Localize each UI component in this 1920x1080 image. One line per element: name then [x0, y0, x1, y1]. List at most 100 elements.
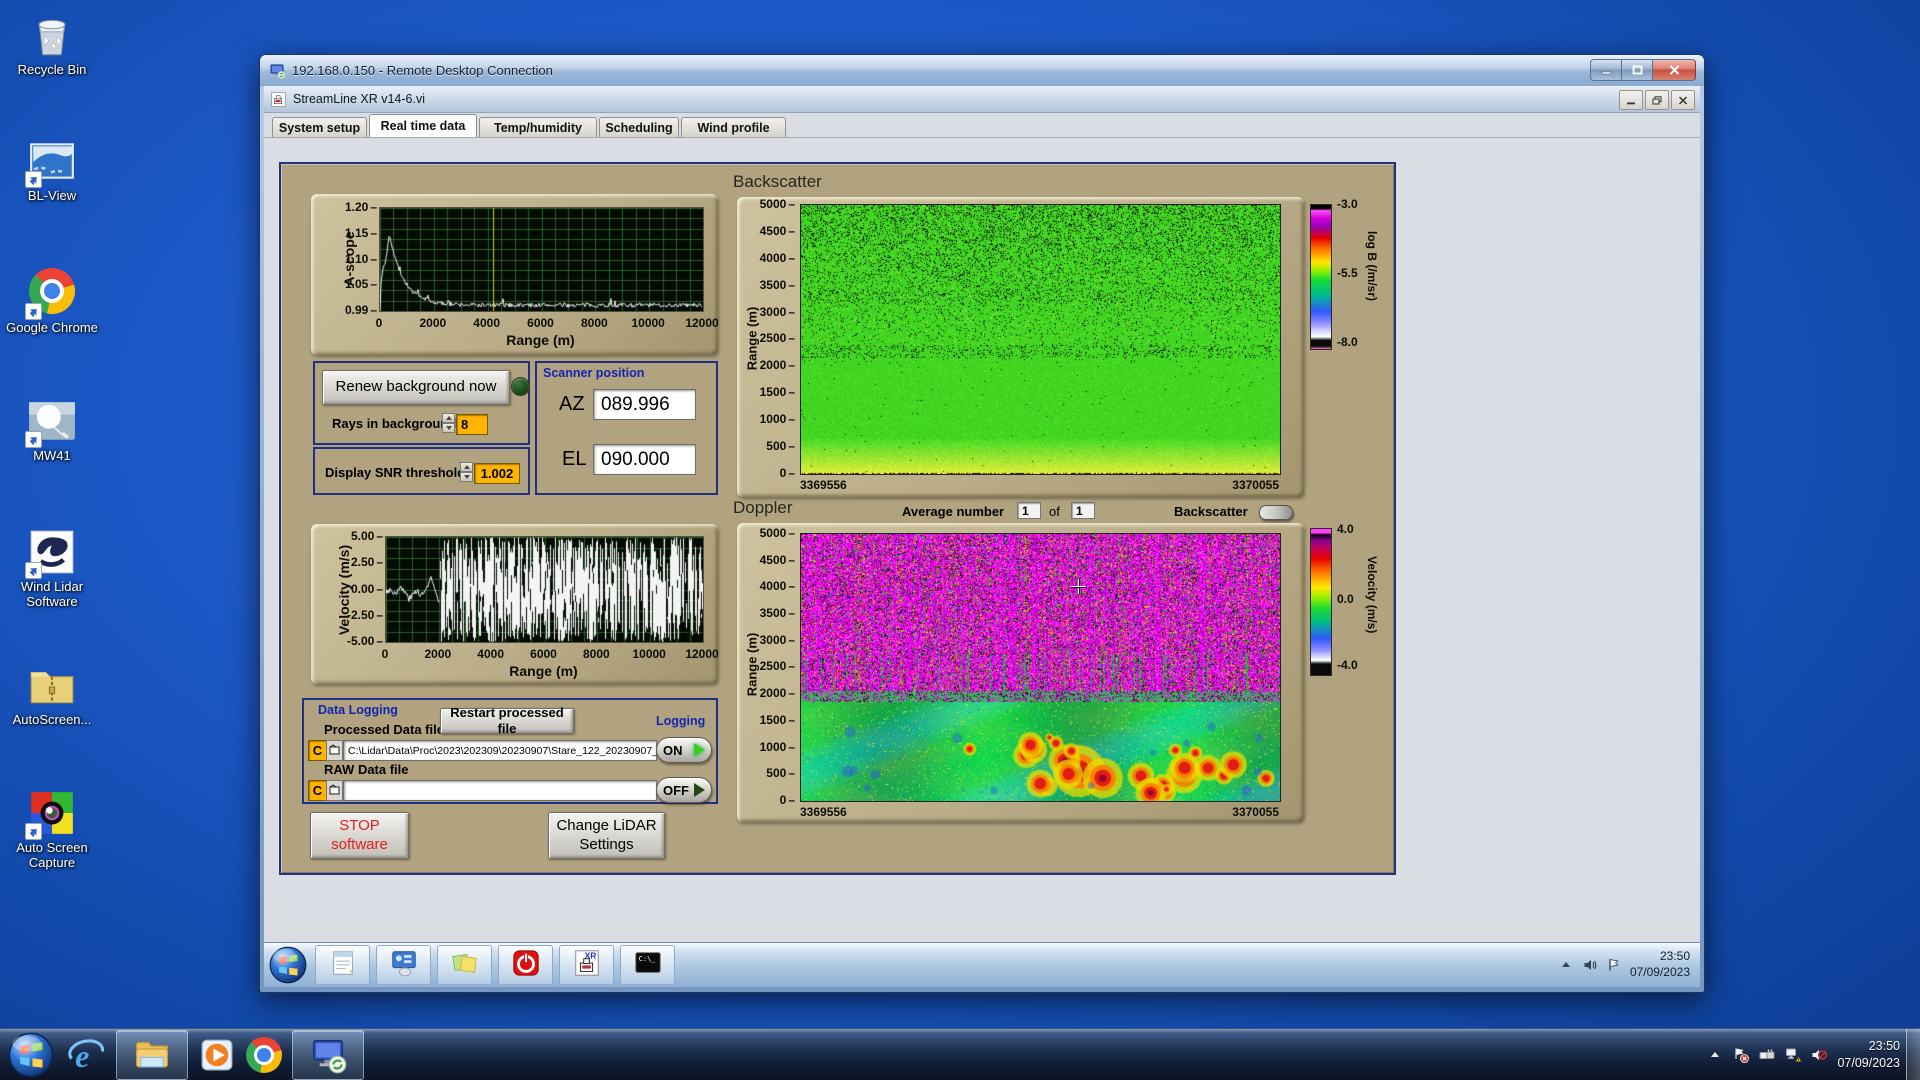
streamline-titlebar[interactable]: StreamLine XR v14-6.vi — [264, 86, 1700, 113]
inner-restore-button[interactable] — [1645, 90, 1669, 110]
average-total-field[interactable]: 1 — [1071, 502, 1095, 519]
remote-action-center-flag-icon[interactable] — [1606, 957, 1622, 973]
y-tick-label: 5000 — [760, 197, 795, 211]
close-button[interactable] — [1652, 59, 1696, 81]
y-tick-label: 1.05 — [345, 277, 377, 291]
el-value-field[interactable]: 090.000 — [593, 444, 696, 475]
bl-view-icon — [25, 136, 77, 188]
x-tick-label: 2000 — [424, 647, 452, 661]
ascope-graph: A-scope 1.201.151.101.050.99 02000400060… — [311, 194, 719, 355]
x-tick-label: 12000 — [685, 647, 719, 661]
rays-stepper[interactable] — [442, 413, 455, 433]
desktop-icon-google-chrome[interactable]: Google Chrome — [6, 266, 98, 336]
stop-software-button[interactable]: STOP software — [310, 812, 409, 859]
y-tick-label: 1500 — [760, 713, 795, 727]
maximize-button[interactable] — [1621, 59, 1652, 81]
labview-xr-button[interactable]: XR — [559, 945, 614, 985]
desktop-icon-auto-screen-capture[interactable]: Auto Screen Capture — [6, 788, 98, 871]
desktop-icon-recycle-bin[interactable]: Recycle Bin — [6, 10, 98, 78]
y-tick-label: 2.50 — [351, 555, 383, 569]
processed-logging-toggle-label: ON — [663, 742, 683, 758]
inner-minimize-button[interactable] — [1619, 90, 1643, 110]
remote-desktop-taskbar-button[interactable] — [292, 1029, 364, 1080]
host-taskbar: e 23:50 07/09/2023 — [0, 1028, 1920, 1080]
backscatter-x-end: 3370055 — [1232, 478, 1279, 492]
volume-muted-icon[interactable] — [1811, 1047, 1828, 1063]
inner-close-button[interactable] — [1671, 90, 1695, 110]
y-tick-label: 0.00 — [351, 582, 383, 596]
ascope-x-ticks: 0 2000 4000 6000 8000 10000 12000 — [376, 316, 719, 330]
desktop-icon-label: Wind Lidar Software — [20, 579, 84, 609]
raw-logging-toggle[interactable]: OFF — [656, 777, 712, 803]
backscatter-colorbar-tick-min: -8.0 — [1337, 335, 1358, 349]
restart-processed-file-button[interactable]: Restart processed file — [440, 705, 574, 736]
backscatter-toggle-label: Backscatter — [1174, 504, 1248, 519]
tab-real-time-data[interactable]: Real time data — [369, 114, 477, 137]
processed-path-field[interactable]: C:\Lidar\Data\Proc\2023\202309\20230907\… — [343, 740, 657, 761]
rays-value-field[interactable]: 8 — [456, 414, 488, 435]
remote-tray-expand-icon[interactable] — [1558, 957, 1574, 973]
raw-data-file-label: RAW Data file — [324, 762, 409, 777]
chrome-taskbar-button[interactable] — [246, 1035, 282, 1075]
rdp-window: 192.168.0.150 - Remote Desktop Connectio… — [259, 54, 1705, 993]
action-center-flag-icon[interactable] — [1733, 1047, 1750, 1063]
show-desktop-button[interactable] — [1906, 1029, 1920, 1080]
change-lidar-settings-button[interactable]: Change LiDAR Settings — [548, 812, 665, 859]
average-number-field[interactable]: 1 — [1017, 502, 1041, 519]
display-settings-button[interactable] — [376, 945, 431, 985]
desktop-icon-wind-lidar[interactable]: Wind Lidar Software — [6, 527, 98, 610]
autoscreen-zip-icon — [27, 660, 77, 710]
y-tick-label: 0 — [780, 793, 795, 807]
raw-path-field[interactable] — [343, 780, 657, 801]
az-value-field[interactable]: 089.996 — [593, 389, 696, 420]
background-controls-box: Renew background now Rays in background … — [313, 361, 530, 445]
command-prompt-button[interactable]: C:\_ — [620, 945, 675, 985]
tab-temp-humidity[interactable]: Temp/humidity — [479, 117, 597, 137]
desktop-icon-label: BL-View — [27, 188, 77, 203]
raw-drive-selector[interactable]: C — [308, 780, 327, 801]
processed-drive-selector[interactable]: C — [308, 740, 327, 761]
y-tick-label: 3500 — [760, 278, 795, 292]
desktop-icon-autoscreen-zip[interactable]: AutoScreen... — [6, 660, 98, 728]
processed-folder-browse-icon[interactable] — [326, 740, 343, 761]
clock[interactable]: 23:50 07/09/2023 — [1837, 1038, 1900, 1072]
internet-explorer-taskbar-button[interactable]: e — [68, 1035, 106, 1075]
desktop-icon-bl-view[interactable]: BL-View — [6, 136, 98, 204]
remote-volume-icon[interactable] — [1582, 957, 1598, 973]
tab-wind-profile[interactable]: Wind profile — [681, 117, 786, 137]
velocity-graph: Velocity (m/s) 5.002.500.00-2.50-5.00 02… — [311, 524, 719, 684]
tab-system-setup[interactable]: System setup — [272, 117, 367, 137]
remote-clock[interactable]: 23:50 07/09/2023 — [1630, 949, 1690, 980]
command-prompt-icon: C:\_ — [633, 948, 663, 983]
desktop-icon-label: Google Chrome — [6, 320, 98, 335]
rdp-client-area: StreamLine XR v14-6.vi System setup Real … — [264, 86, 1700, 987]
x-tick-label: 10000 — [631, 316, 665, 330]
y-tick-label: -2.50 — [347, 608, 383, 622]
minimize-button[interactable] — [1590, 59, 1621, 81]
power-battery-icon[interactable] — [1759, 1047, 1775, 1063]
y-tick-label: 1.20 — [345, 200, 377, 214]
x-tick-label: 4000 — [477, 647, 505, 661]
processed-logging-toggle[interactable]: ON — [656, 737, 712, 763]
tab-scheduling[interactable]: Scheduling — [599, 117, 679, 137]
windows-explorer-taskbar-button[interactable] — [116, 1029, 188, 1080]
start-button[interactable] — [8, 1032, 54, 1078]
remote-start-button[interactable] — [269, 946, 307, 984]
network-status-icon[interactable] — [1785, 1047, 1802, 1063]
power-button[interactable] — [498, 945, 553, 985]
desktop-icon-mw41[interactable]: MW41 — [6, 396, 98, 464]
labview-xr-icon: XR — [572, 948, 602, 983]
snr-stepper[interactable] — [460, 462, 473, 482]
tray-expand-icon[interactable] — [1707, 1047, 1723, 1063]
raw-folder-browse-icon[interactable] — [326, 780, 343, 801]
x-tick-label: 2000 — [419, 316, 447, 330]
rdp-titlebar[interactable]: 192.168.0.150 - Remote Desktop Connectio… — [260, 55, 1704, 86]
sticky-notes-button[interactable] — [437, 945, 492, 985]
backscatter-toggle-switch[interactable] — [1259, 505, 1293, 520]
notepad-button[interactable] — [315, 945, 370, 985]
media-player-taskbar-button[interactable] — [198, 1035, 236, 1075]
doppler-colorbar-tick-min: -4.0 — [1337, 658, 1358, 672]
remote-desktop-icon — [268, 62, 286, 80]
snr-value-field[interactable]: 1.002 — [474, 463, 520, 484]
renew-background-button[interactable]: Renew background now — [322, 370, 510, 405]
